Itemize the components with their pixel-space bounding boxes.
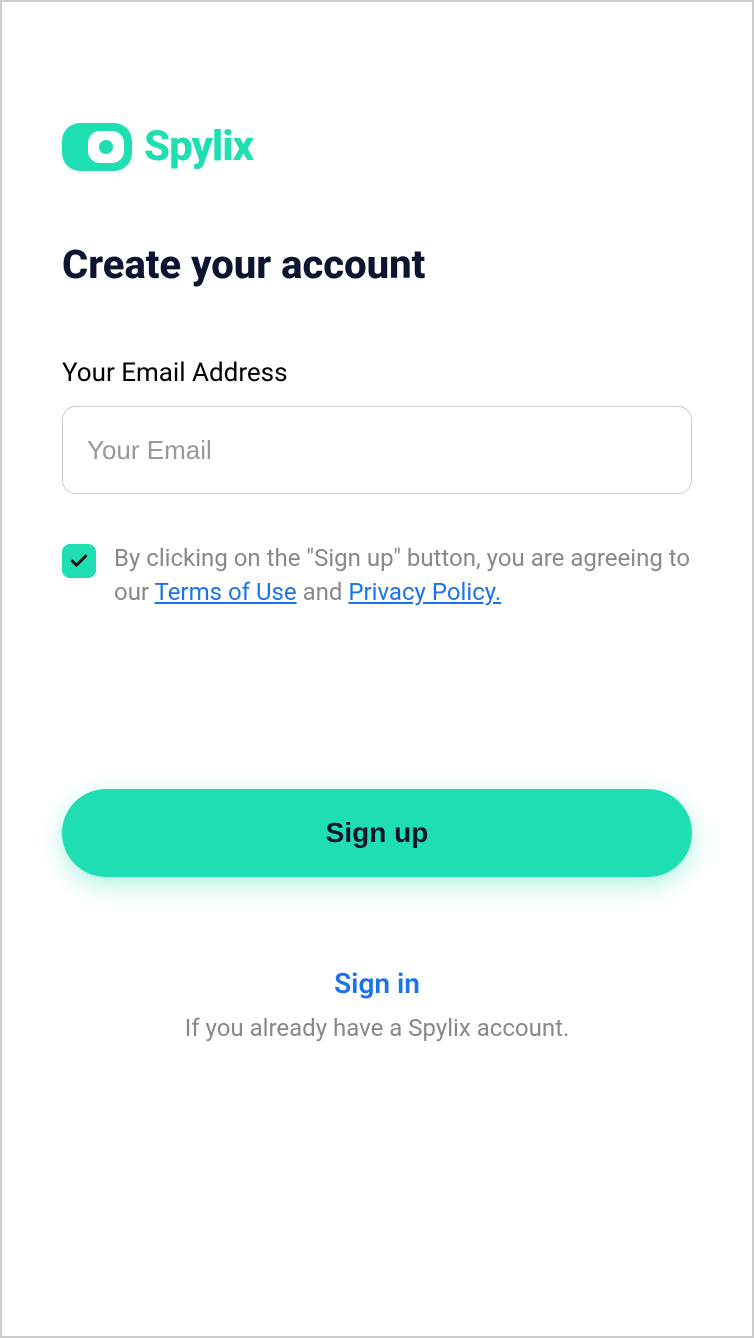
signup-button[interactable]: Sign up bbox=[62, 789, 692, 877]
footer-already-text: If you already have a Spylix account. bbox=[62, 1014, 692, 1042]
consent-row: By clicking on the "Sign up" button, you… bbox=[62, 542, 692, 609]
terms-of-use-link[interactable]: Terms of Use bbox=[155, 578, 297, 606]
page-title: Create your account bbox=[62, 241, 692, 288]
consent-text: By clicking on the "Sign up" button, you… bbox=[114, 542, 692, 609]
logo-icon bbox=[62, 123, 132, 171]
privacy-policy-link[interactable]: Privacy Policy. bbox=[348, 578, 501, 606]
logo-icon-pupil bbox=[99, 140, 113, 154]
consent-checkbox[interactable] bbox=[62, 544, 96, 578]
email-label: Your Email Address bbox=[62, 358, 692, 388]
email-input[interactable] bbox=[62, 406, 692, 494]
consent-middle: and bbox=[303, 578, 349, 606]
brand-logo: Spylix bbox=[62, 122, 692, 171]
signin-link[interactable]: Sign in bbox=[334, 967, 420, 1000]
checkmark-icon bbox=[69, 551, 89, 571]
logo-icon-eye bbox=[88, 131, 124, 163]
footer: Sign in If you already have a Spylix acc… bbox=[62, 967, 692, 1042]
brand-name: Spylix bbox=[144, 122, 253, 171]
email-field-group: Your Email Address bbox=[62, 358, 692, 542]
